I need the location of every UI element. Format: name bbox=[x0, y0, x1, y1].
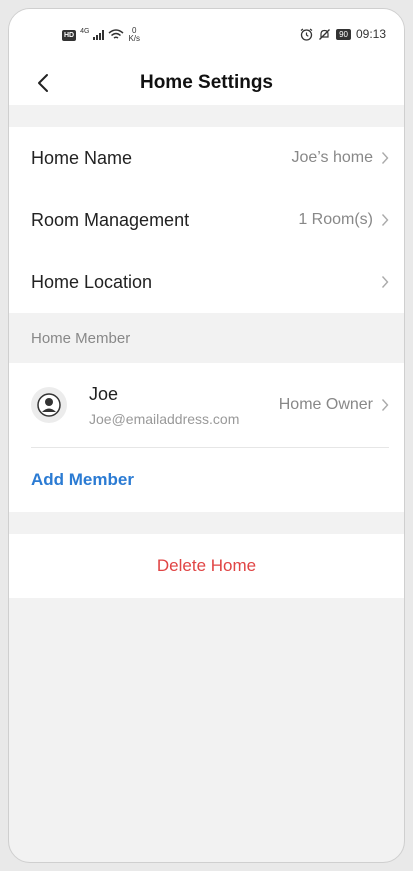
home-name-value: Joe’s home bbox=[291, 149, 373, 166]
network-speed: 0 K/s bbox=[128, 27, 140, 43]
room-management-value: 1 Room(s) bbox=[298, 211, 373, 228]
clock-time: 09:13 bbox=[355, 27, 386, 41]
member-role-group: Home Owner bbox=[279, 396, 389, 414]
member-email: Joe@emailaddress.com bbox=[89, 410, 240, 427]
chevron-right-icon bbox=[381, 152, 389, 164]
wifi-icon bbox=[108, 29, 124, 39]
home-location-value-group bbox=[373, 275, 389, 289]
avatar bbox=[31, 387, 67, 423]
room-management-row[interactable]: Room Management 1 Room(s) bbox=[9, 189, 404, 251]
member-row[interactable]: Joe Joe@emailaddress.com Home Owner bbox=[9, 363, 404, 447]
cell-signal-icon bbox=[93, 30, 105, 40]
phone-frame: HD 4G 0 K/s 90 09:13 Home Settings Home … bbox=[8, 8, 405, 863]
page-title: Home Settings bbox=[139, 72, 274, 93]
home-member-card: Joe Joe@emailaddress.com Home Owner Add … bbox=[9, 363, 404, 512]
home-location-row[interactable]: Home Location bbox=[9, 251, 404, 313]
mute-bell-icon bbox=[319, 28, 331, 40]
member-name: Joe bbox=[89, 383, 119, 404]
speed-unit: K/s bbox=[128, 34, 141, 43]
room-management-label: Room Management bbox=[31, 209, 190, 230]
section-gap bbox=[9, 105, 404, 127]
home-name-value-group: Joe’s home bbox=[291, 149, 389, 167]
alarm-icon bbox=[300, 28, 313, 41]
section-gap bbox=[9, 512, 404, 534]
member-role: Home Owner bbox=[278, 396, 373, 413]
nav-bar: Home Settings bbox=[9, 65, 404, 101]
status-left: HD 4G 0 K/s bbox=[62, 27, 140, 43]
battery-icon: 90 bbox=[336, 28, 351, 40]
room-management-value-group: 1 Room(s) bbox=[298, 211, 389, 229]
home-name-label: Home Name bbox=[31, 147, 133, 168]
chevron-right-icon bbox=[381, 276, 389, 288]
home-name-row[interactable]: Home Name Joe’s home bbox=[9, 127, 404, 189]
home-location-label: Home Location bbox=[31, 271, 153, 292]
chevron-right-icon bbox=[381, 214, 389, 226]
add-member-button[interactable]: Add Member bbox=[9, 448, 404, 512]
hd-badge: HD bbox=[62, 29, 77, 41]
status-bar: HD 4G 0 K/s 90 09:13 bbox=[9, 27, 404, 45]
network-type: 4G bbox=[80, 27, 90, 35]
home-settings-card: Home Name Joe’s home Room Management 1 R… bbox=[9, 127, 404, 313]
home-member-section-title: Home Member bbox=[9, 313, 404, 363]
chevron-right-icon bbox=[381, 399, 389, 411]
user-icon bbox=[37, 393, 61, 417]
top-bar: HD 4G 0 K/s 90 09:13 Home Settings bbox=[9, 9, 404, 105]
delete-home-button[interactable]: Delete Home bbox=[9, 534, 404, 598]
status-right: 90 09:13 bbox=[300, 27, 386, 41]
member-info: Joe Joe@emailaddress.com bbox=[89, 384, 279, 427]
